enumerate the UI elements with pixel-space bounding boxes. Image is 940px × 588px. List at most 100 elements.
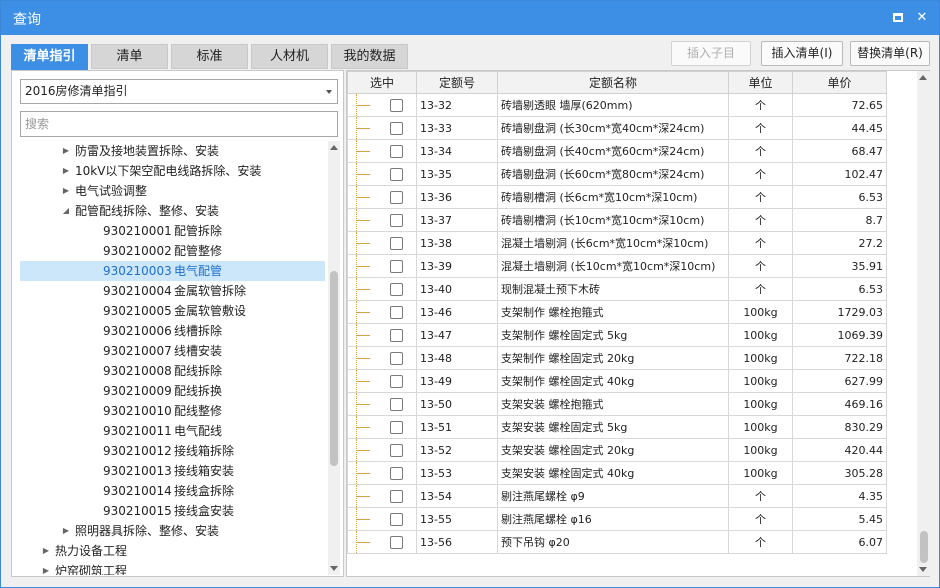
table-row[interactable]: 13-49 支架制作 螺栓固定式 40kg 100kg 627.99	[347, 369, 887, 393]
close-button[interactable]: ✕	[913, 9, 931, 27]
table-row[interactable]: 13-54 剔注燕尾螺栓 φ9 个 4.35	[347, 484, 887, 508]
col-header-price[interactable]: 单价	[792, 71, 887, 94]
table-scroll-thumb[interactable]	[920, 531, 928, 563]
tree-item-930210014[interactable]: 930210014 接线盒拆除	[20, 481, 325, 501]
scroll-up-icon[interactable]	[330, 145, 338, 150]
table-scrollbar[interactable]	[917, 71, 930, 576]
tree-item-930210015[interactable]: 930210015 接线盒安装	[20, 501, 325, 521]
table-row[interactable]: 13-35 砖墙剔盘洞 (长60cm*宽80cm*深24cm) 个 102.47	[347, 162, 887, 186]
tree-item-930210011[interactable]: 930210011 电气配线	[20, 421, 325, 441]
tree-item-930210001[interactable]: 930210001 配管拆除	[20, 221, 325, 241]
tree-item-930210009[interactable]: 930210009 配线拆换	[20, 381, 325, 401]
tree-node[interactable]: ▶ 电气试验调整	[20, 181, 325, 201]
row-checkbox[interactable]	[390, 536, 403, 549]
expand-icon[interactable]: ▶	[60, 161, 72, 181]
scroll-up-icon[interactable]	[919, 75, 927, 80]
tree-item-930210012[interactable]: 930210012 接线箱拆除	[20, 441, 325, 461]
expand-icon[interactable]: ▶	[40, 561, 52, 575]
expand-icon[interactable]: ▶	[60, 181, 72, 201]
tree-item-930210004[interactable]: 930210004 金属软管拆除	[20, 281, 325, 301]
row-checkbox[interactable]	[390, 375, 403, 388]
tree-item-930210002[interactable]: 930210002 配管整修	[20, 241, 325, 261]
table-row[interactable]: 13-50 支架安装 螺栓抱箍式 100kg 469.16	[347, 392, 887, 416]
tab-list[interactable]: 清单	[91, 44, 168, 69]
tree-node[interactable]: ◢ 配管配线拆除、整修、安装	[20, 201, 325, 221]
tree-item-930210007[interactable]: 930210007 线槽安装	[20, 341, 325, 361]
quota-price: 5.45	[792, 507, 887, 531]
insert-child-button[interactable]: 插入子目	[671, 41, 751, 66]
table-row[interactable]: 13-38 混凝土墙剔洞 (长6cm*宽10cm*深10cm) 个 27.2	[347, 231, 887, 255]
col-header-name[interactable]: 定额名称	[497, 71, 729, 94]
table-row[interactable]: 13-36 砖墙剔槽洞 (长6cm*宽10cm*深10cm) 个 6.53	[347, 185, 887, 209]
replace-list-button[interactable]: 替换清单(R)	[850, 41, 930, 66]
tree-item-930210008[interactable]: 930210008 配线拆除	[20, 361, 325, 381]
table-row[interactable]: 13-47 支架制作 螺栓固定式 5kg 100kg 1069.39	[347, 323, 887, 347]
row-checkbox[interactable]	[390, 421, 403, 434]
row-checkbox[interactable]	[390, 513, 403, 526]
quota-name: 支架制作 螺栓固定式 5kg	[497, 323, 729, 347]
row-checkbox[interactable]	[390, 352, 403, 365]
search-input[interactable]	[20, 111, 338, 137]
col-header-select[interactable]: 选中	[347, 71, 417, 94]
tree-item-930210013[interactable]: 930210013 接线箱安装	[20, 461, 325, 481]
table-row[interactable]: 13-34 砖墙剔盘洞 (长40cm*宽60cm*深24cm) 个 68.47	[347, 139, 887, 163]
tab-my-data[interactable]: 我的数据	[331, 44, 408, 69]
row-checkbox[interactable]	[390, 306, 403, 319]
tree-node[interactable]: ▶ 炉窑砌筑工程	[20, 561, 325, 575]
guide-select[interactable]: 2016房修清单指引	[20, 79, 338, 104]
row-checkbox[interactable]	[390, 283, 403, 296]
tree-scroll-thumb[interactable]	[330, 271, 338, 466]
maximize-button[interactable]	[889, 9, 907, 27]
table-row[interactable]: 13-37 砖墙剔槽洞 (长10cm*宽10cm*深10cm) 个 8.7	[347, 208, 887, 232]
table-row[interactable]: 13-32 砖墙剔透眼 墙厚(620mm) 个 72.65	[347, 93, 887, 117]
scroll-down-icon[interactable]	[330, 566, 338, 571]
tree-node[interactable]: ▶ 防雷及接地装置拆除、安装	[20, 141, 325, 161]
tree-scrollbar[interactable]	[328, 141, 340, 575]
table-row[interactable]: 13-48 支架制作 螺栓固定式 20kg 100kg 722.18	[347, 346, 887, 370]
row-checkbox[interactable]	[390, 467, 403, 480]
tree-node[interactable]: ▶ 10kV以下架空配电线路拆除、安装	[20, 161, 325, 181]
col-header-code[interactable]: 定额号	[416, 71, 498, 94]
tree-item-930210003[interactable]: 930210003 电气配管	[20, 261, 325, 281]
collapse-icon[interactable]: ◢	[60, 201, 72, 221]
row-checkbox[interactable]	[390, 214, 403, 227]
tree-node[interactable]: ▶ 照明器具拆除、整修、安装	[20, 521, 325, 541]
table-row[interactable]: 13-52 支架安装 螺栓固定式 20kg 100kg 420.44	[347, 438, 887, 462]
tab-standard[interactable]: 标准	[171, 44, 248, 69]
row-checkbox[interactable]	[390, 237, 403, 250]
quota-unit: 100kg	[728, 392, 793, 416]
tree-node[interactable]: ▶ 热力设备工程	[20, 541, 325, 561]
tree-connector	[356, 289, 370, 290]
scroll-down-icon[interactable]	[919, 567, 927, 572]
expand-icon[interactable]: ▶	[60, 521, 72, 541]
table-row[interactable]: 13-55 剔注燕尾螺栓 φ16 个 5.45	[347, 507, 887, 531]
row-checkbox[interactable]	[390, 260, 403, 273]
insert-list-button[interactable]: 插入清单(I)	[761, 41, 843, 66]
tree-item-930210005[interactable]: 930210005 金属软管敷设	[20, 301, 325, 321]
table-row[interactable]: 13-40 现制混凝土预下木砖个 6.53	[347, 277, 887, 301]
table-row[interactable]: 13-39 混凝土墙剔洞 (长10cm*宽10cm*深10cm) 个 35.91	[347, 254, 887, 278]
row-checkbox[interactable]	[390, 145, 403, 158]
tab-labor-material[interactable]: 人材机	[251, 44, 328, 69]
col-header-unit[interactable]: 单位	[728, 71, 793, 94]
expand-icon[interactable]: ▶	[60, 141, 72, 161]
table-row[interactable]: 13-51 支架安装 螺栓固定式 5kg 100kg 830.29	[347, 415, 887, 439]
table-row[interactable]: 13-33 砖墙剔盘洞 (长30cm*宽40cm*深24cm) 个 44.45	[347, 116, 887, 140]
expand-icon[interactable]: ▶	[40, 541, 52, 561]
row-checkbox[interactable]	[390, 490, 403, 503]
title-bar[interactable]: 查询 ✕	[1, 1, 939, 35]
tree-item-930210006[interactable]: 930210006 线槽拆除	[20, 321, 325, 341]
row-checkbox[interactable]	[390, 398, 403, 411]
row-select-cell	[347, 530, 417, 554]
row-checkbox[interactable]	[390, 444, 403, 457]
row-checkbox[interactable]	[390, 191, 403, 204]
table-row[interactable]: 13-46 支架制作 螺栓抱箍式 100kg 1729.03	[347, 300, 887, 324]
tree-item-930210010[interactable]: 930210010 配线整修	[20, 401, 325, 421]
row-checkbox[interactable]	[390, 122, 403, 135]
table-row[interactable]: 13-53 支架安装 螺栓固定式 40kg 100kg 305.28	[347, 461, 887, 485]
row-checkbox[interactable]	[390, 99, 403, 112]
row-checkbox[interactable]	[390, 329, 403, 342]
row-checkbox[interactable]	[390, 168, 403, 181]
tab-guide[interactable]: 清单指引	[11, 44, 88, 71]
table-row[interactable]: 13-56 预下吊钩 φ20 个 6.07	[347, 530, 887, 554]
